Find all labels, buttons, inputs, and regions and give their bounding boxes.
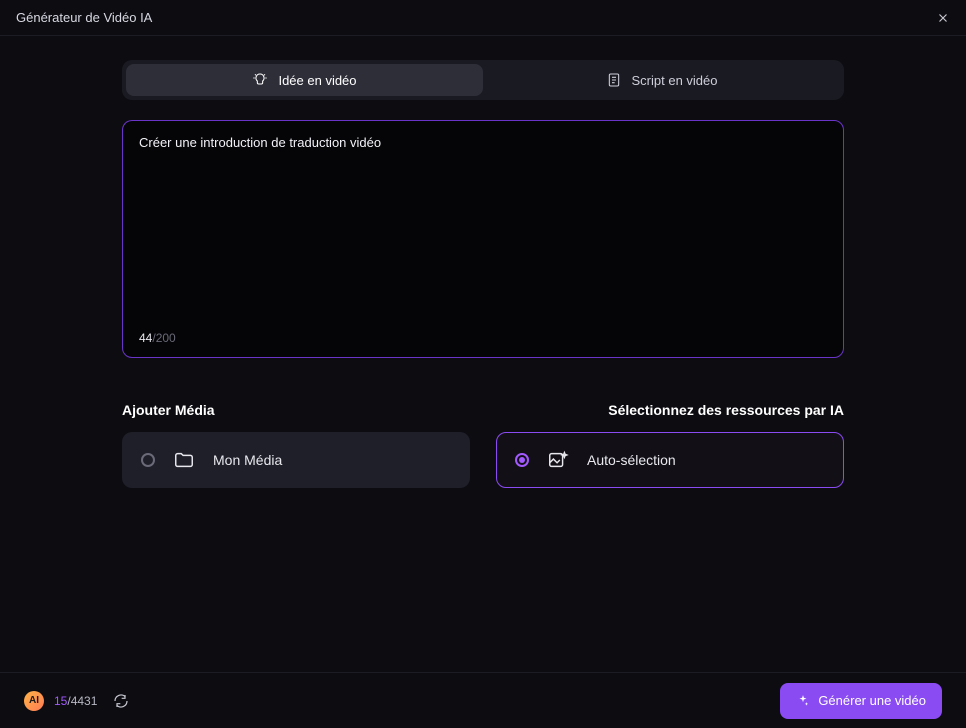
ai-badge-icon: AI (24, 691, 44, 711)
option-label: Mon Média (213, 452, 282, 468)
option-label: Auto-sélection (587, 452, 676, 468)
main-content: Idée en vidéo Script en vidéo Créer une … (0, 36, 966, 488)
sparkle-icon (796, 694, 810, 708)
tab-idea-to-video[interactable]: Idée en vidéo (126, 64, 483, 96)
folder-icon (173, 449, 195, 471)
lightbulb-icon (252, 72, 268, 88)
credits-text: 15/4431 (54, 692, 97, 710)
add-media-label: Ajouter Média (122, 402, 215, 418)
option-auto-select[interactable]: Auto-sélection (496, 432, 844, 488)
close-icon (936, 11, 950, 25)
character-counter: 44/200 (139, 331, 176, 345)
prompt-textarea[interactable]: Créer une introduction de traduction vid… (122, 120, 844, 358)
close-button[interactable] (936, 11, 950, 25)
window-title: Générateur de Vidéo IA (16, 10, 152, 25)
button-label: Générer une vidéo (818, 693, 926, 708)
script-icon (606, 72, 622, 88)
refresh-button[interactable] (113, 693, 129, 709)
mode-tabs: Idée en vidéo Script en vidéo (122, 60, 844, 100)
tab-label: Script en vidéo (632, 73, 718, 88)
generate-video-button[interactable]: Générer une vidéo (780, 683, 942, 719)
media-options: Mon Média Auto-sélection (122, 432, 844, 488)
tab-script-to-video[interactable]: Script en vidéo (483, 64, 840, 96)
refresh-icon (113, 693, 129, 709)
ai-resource-label: Sélectionnez des ressources par IA (608, 402, 844, 418)
option-my-media[interactable]: Mon Média (122, 432, 470, 488)
window-header: Générateur de Vidéo IA (0, 0, 966, 36)
footer-bar: AI 15/4431 Générer une vidéo (0, 672, 966, 728)
radio-on-icon (515, 453, 529, 467)
radio-off-icon (141, 453, 155, 467)
media-section: Ajouter Média Sélectionnez des ressource… (122, 402, 844, 488)
tab-label: Idée en vidéo (278, 73, 356, 88)
image-sparkle-icon (547, 449, 569, 471)
media-labels: Ajouter Média Sélectionnez des ressource… (122, 402, 844, 418)
credits-display: AI 15/4431 (24, 691, 129, 711)
prompt-text: Créer une introduction de traduction vid… (139, 135, 827, 150)
